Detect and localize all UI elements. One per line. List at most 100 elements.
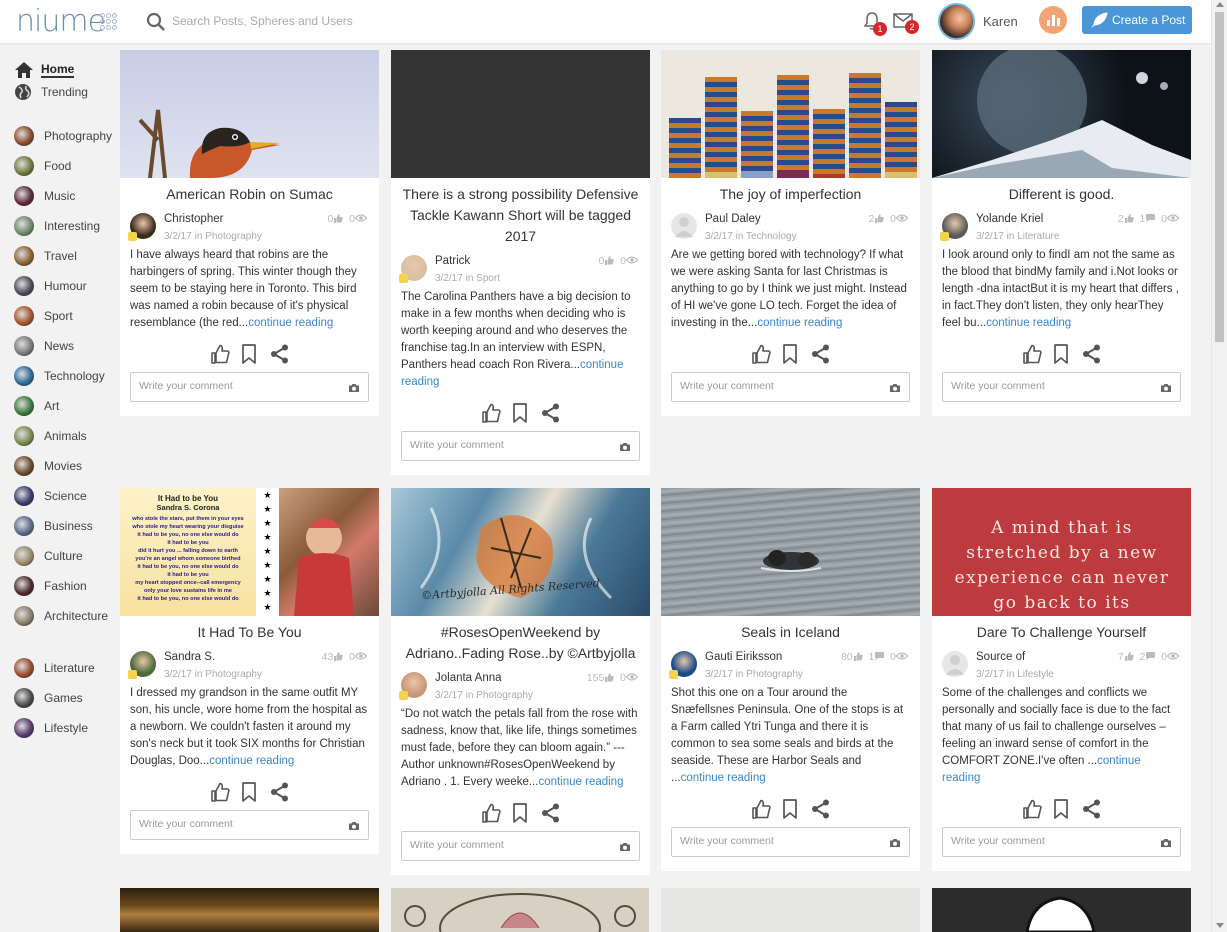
sidebar-item-animals[interactable]: Animals xyxy=(14,425,87,447)
scrollbar-thumb[interactable] xyxy=(1215,12,1224,342)
author-name[interactable]: Jolanta Anna xyxy=(435,672,502,684)
post-image[interactable]: A mind that is stretched by a new experi… xyxy=(932,488,1191,616)
camera-icon[interactable] xyxy=(889,383,901,393)
post-sphere[interactable]: Literature xyxy=(1017,231,1059,242)
continue-reading-link[interactable]: continue reading xyxy=(986,317,1071,329)
comment-input[interactable] xyxy=(410,839,600,851)
bookmark-button[interactable] xyxy=(1053,799,1069,824)
post-image[interactable] xyxy=(120,50,379,178)
sidebar-item-games[interactable]: Games xyxy=(14,687,83,709)
post-sphere[interactable]: Photography xyxy=(746,669,803,680)
continue-reading-link[interactable]: continue reading xyxy=(681,772,766,784)
post-title[interactable]: Different is good. xyxy=(932,178,1191,205)
share-button[interactable] xyxy=(270,782,289,807)
sidebar-item-art[interactable]: Art xyxy=(14,395,59,417)
sidebar-item-movies[interactable]: Movies xyxy=(14,455,82,477)
scroll-up-arrow-icon[interactable] xyxy=(1216,2,1224,7)
bookmark-button[interactable] xyxy=(241,344,257,369)
post-image[interactable]: It Had to be You Sandra S. Corona who stol… xyxy=(120,488,379,616)
post-title[interactable]: Dare To Challenge Yourself xyxy=(932,616,1191,643)
post-title[interactable]: It Had To Be You xyxy=(120,616,379,643)
sidebar-item-food[interactable]: Food xyxy=(14,155,71,177)
sidebar-item-photography[interactable]: Photography xyxy=(14,125,112,147)
stats-button[interactable] xyxy=(1039,6,1067,34)
author-name[interactable]: Sandra S. xyxy=(164,651,215,663)
like-button[interactable] xyxy=(1022,344,1042,369)
user-avatar[interactable] xyxy=(938,3,975,40)
camera-icon[interactable] xyxy=(1160,383,1172,393)
sidebar-item-lifestyle[interactable]: Lifestyle xyxy=(14,717,88,739)
camera-icon[interactable] xyxy=(1160,838,1172,848)
search-input[interactable] xyxy=(172,14,442,28)
like-button[interactable] xyxy=(210,782,230,807)
bookmark-button[interactable] xyxy=(1053,344,1069,369)
share-button[interactable] xyxy=(541,803,560,828)
post-title[interactable]: Seals in Iceland xyxy=(661,616,920,643)
like-button[interactable] xyxy=(751,344,771,369)
like-button[interactable] xyxy=(1022,799,1042,824)
comment-input[interactable] xyxy=(951,380,1141,392)
author-avatar[interactable] xyxy=(940,213,968,241)
continue-reading-link[interactable]: continue reading xyxy=(209,755,294,767)
comment-input[interactable] xyxy=(410,439,600,451)
page-scrollbar[interactable] xyxy=(1211,0,1227,932)
post-image[interactable] xyxy=(661,488,920,616)
continue-reading-link[interactable]: continue reading xyxy=(538,776,623,788)
post-card[interactable]: Seals in Iceland Gauti Eiriksson 3/2/17 in… xyxy=(661,488,920,871)
author-avatar[interactable] xyxy=(399,255,427,283)
camera-icon[interactable] xyxy=(619,442,631,452)
sidebar-item-architecture[interactable]: Architecture xyxy=(14,605,108,627)
sidebar-item-technology[interactable]: Technology xyxy=(14,365,105,387)
bookmark-button[interactable] xyxy=(512,803,528,828)
niume-logo[interactable]: niume xyxy=(16,4,106,39)
author-avatar[interactable] xyxy=(128,213,156,241)
bookmark-button[interactable] xyxy=(241,782,257,807)
post-sphere[interactable]: Photography xyxy=(205,231,262,242)
share-button[interactable] xyxy=(1082,344,1101,369)
author-avatar[interactable] xyxy=(669,651,697,679)
like-button[interactable] xyxy=(481,403,501,428)
user-name[interactable]: Karen xyxy=(983,14,1018,29)
continue-reading-link[interactable]: continue reading xyxy=(248,317,333,329)
post-image-partial[interactable] xyxy=(661,888,920,932)
sidebar-item-travel[interactable]: Travel xyxy=(14,245,77,267)
post-image[interactable] xyxy=(661,50,920,178)
post-card[interactable]: ©Artbyjolla All Rights Reserved #RosesOpe… xyxy=(391,488,650,875)
camera-icon[interactable] xyxy=(348,383,360,393)
post-sphere[interactable]: Technology xyxy=(746,231,797,242)
sidebar-item-fashion[interactable]: Fashion xyxy=(14,575,87,597)
author-name[interactable]: Paul Daley xyxy=(705,213,761,225)
like-button[interactable] xyxy=(481,803,501,828)
sidebar-item-home[interactable]: Home xyxy=(14,59,75,81)
post-sphere[interactable]: Photography xyxy=(476,690,533,701)
post-title[interactable]: The joy of imperfection xyxy=(661,178,920,205)
author-name[interactable]: Gauti Eiriksson xyxy=(705,651,782,663)
bookmark-button[interactable] xyxy=(512,403,528,428)
share-button[interactable] xyxy=(1082,799,1101,824)
post-image-partial[interactable] xyxy=(120,888,379,932)
share-button[interactable] xyxy=(541,403,560,428)
post-title[interactable]: #RosesOpenWeekend by Adriano..Fading Ros… xyxy=(391,616,650,664)
author-avatar[interactable] xyxy=(399,672,427,700)
post-image[interactable] xyxy=(932,50,1191,178)
comment-input[interactable] xyxy=(680,380,870,392)
post-card[interactable]: Different is good. Yolande Kriel 3/2/17 in… xyxy=(932,50,1191,416)
comment-input[interactable] xyxy=(139,380,329,392)
author-avatar[interactable] xyxy=(128,651,156,679)
camera-icon[interactable] xyxy=(619,842,631,852)
notifications-button[interactable]: 1 xyxy=(863,11,887,36)
sidebar-item-sport[interactable]: Sport xyxy=(14,305,73,327)
sidebar-item-trending[interactable]: Trending xyxy=(14,81,88,103)
post-image-partial[interactable] xyxy=(932,888,1191,932)
post-image[interactable] xyxy=(391,50,650,178)
like-button[interactable] xyxy=(210,344,230,369)
sidebar-item-science[interactable]: Science xyxy=(14,485,87,507)
author-avatar[interactable] xyxy=(671,213,697,239)
comment-input[interactable] xyxy=(680,835,870,847)
messages-button[interactable]: 2 xyxy=(893,13,919,34)
author-name[interactable]: Christopher xyxy=(164,213,223,225)
post-sphere[interactable]: Lifestyle xyxy=(1017,669,1054,680)
sidebar-item-culture[interactable]: Culture xyxy=(14,545,83,567)
bookmark-button[interactable] xyxy=(782,344,798,369)
post-image[interactable]: ©Artbyjolla All Rights Reserved xyxy=(391,488,650,616)
